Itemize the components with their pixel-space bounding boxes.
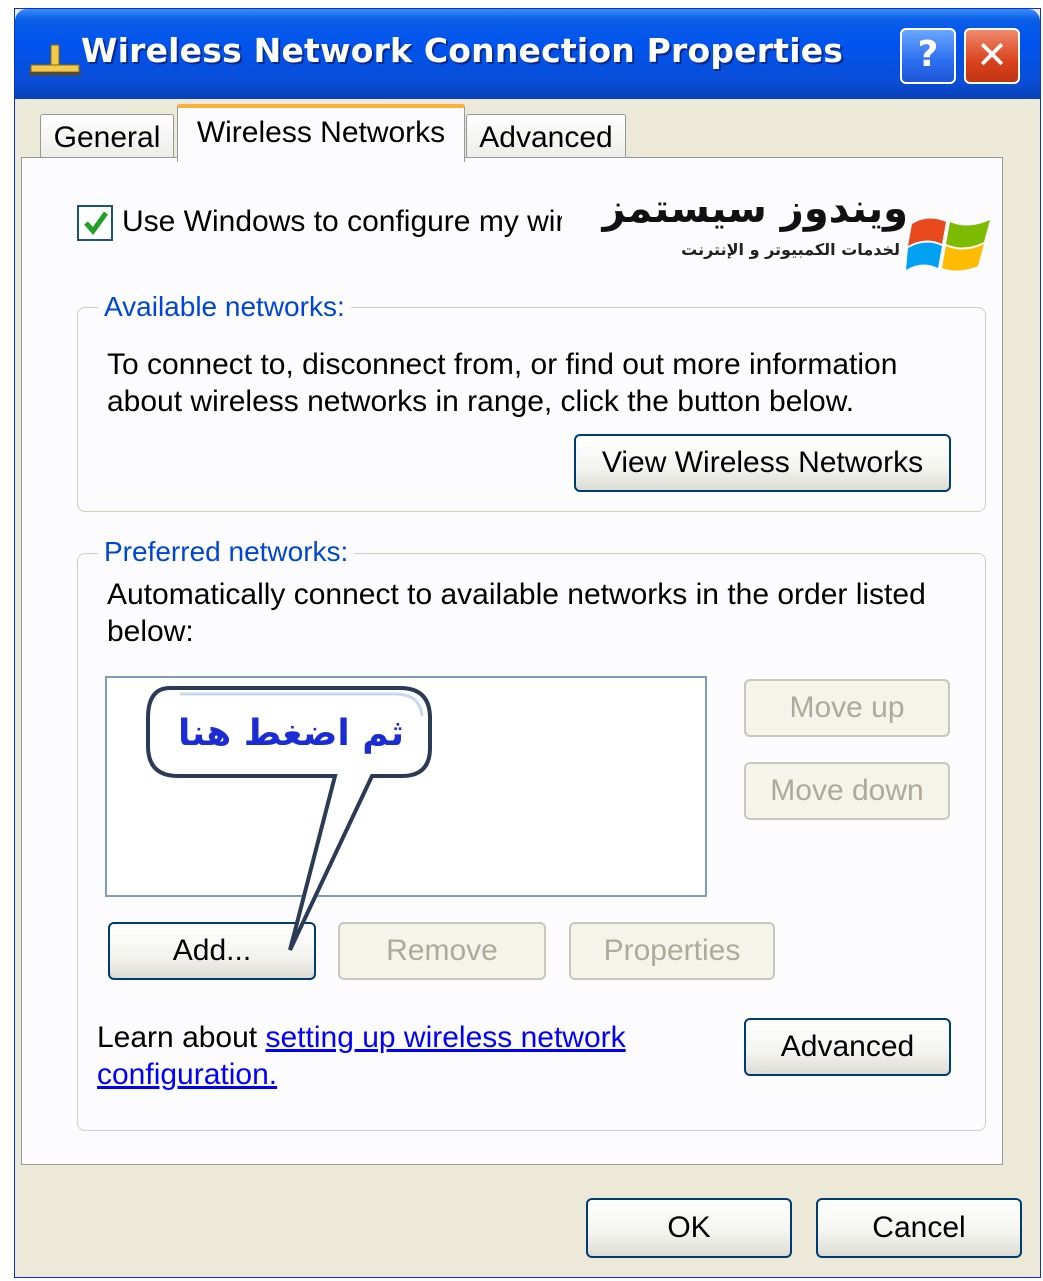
watermark-subtitle: لخدمات الكمبيوتر و الإنترنت [681,240,900,259]
available-networks-title: Available networks: [98,291,351,323]
close-button[interactable]: ✕ [964,28,1020,84]
ok-button[interactable]: OK [586,1198,792,1258]
setup-wireless-link-line1[interactable]: setting up wireless network [265,1021,625,1054]
windows-flag-icon [906,218,990,271]
window-title: Wireless Network Connection Properties [81,31,844,70]
move-down-button[interactable]: Move down [744,762,950,820]
preferred-networks-title: Preferred networks: [98,536,355,568]
callout-text: ثم اضغط هنا [178,713,404,754]
available-networks-description: To connect to, disconnect from, or find … [107,348,898,418]
learn-prefix: Learn about [97,1021,266,1054]
properties-button[interactable]: Properties [569,922,775,980]
use-windows-label: Use Windows to configure my wir [122,205,566,238]
setup-wireless-link-line2[interactable]: configuration. [97,1058,277,1091]
tab-general[interactable]: General [40,114,174,160]
use-windows-checkbox[interactable] [77,205,113,241]
preferred-networks-description: Automatically connect to available netwo… [107,578,926,648]
cancel-button[interactable]: Cancel [816,1198,1022,1258]
help-button[interactable]: ? [900,28,956,84]
network-connection-icon [29,44,81,76]
move-up-button[interactable]: Move up [744,679,950,737]
learn-about-text: Learn about setting up wireless network c… [97,1019,697,1093]
tab-wireless-networks[interactable]: Wireless Networks [177,104,465,162]
view-wireless-networks-button[interactable]: View Wireless Networks [574,434,951,492]
advanced-button[interactable]: Advanced [744,1018,951,1076]
watermark-title: ويندوز سيستمز [602,186,908,232]
watermark-logo: ويندوز سيستمز لخدمات الكمبيوتر و الإنترن… [562,182,992,274]
checkmark-icon [84,211,109,236]
title-bar[interactable]: Wireless Network Connection Properties [15,9,1040,99]
tab-advanced[interactable]: Advanced [466,114,626,160]
